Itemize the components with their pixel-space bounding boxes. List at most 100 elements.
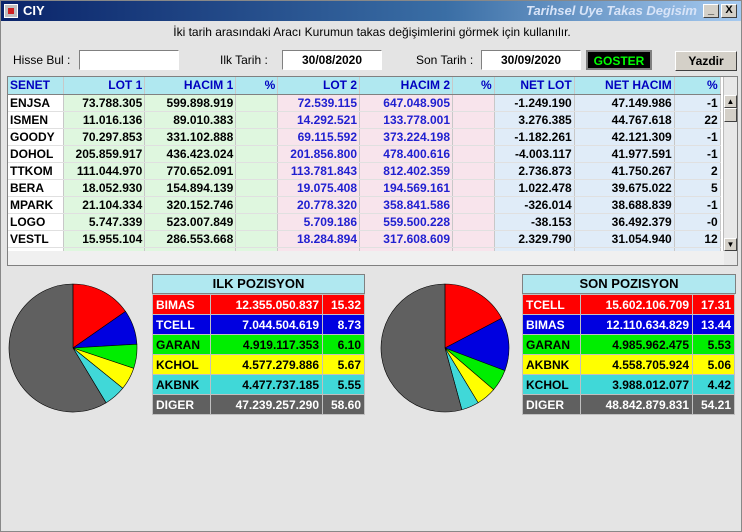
table-cell: -1 (674, 196, 721, 214)
table-row[interactable]: MPARK 21.104.334 320.152.746 20.778.320 358.… (8, 196, 721, 214)
table-row[interactable]: DOHOL 205.859.917 436.423.024 201.856.800 47… (8, 145, 721, 163)
position-row: AKBNK 4.558.705.924 5.06 (522, 354, 735, 375)
column-header[interactable]: HACIM 2 (359, 77, 453, 95)
position-value: 48.842.879.831 (580, 394, 693, 415)
column-header[interactable]: % (674, 77, 721, 95)
scroll-thumb[interactable] (724, 108, 737, 122)
column-header[interactable]: SENET (8, 77, 64, 95)
table-cell: 47.149.986 (574, 94, 675, 112)
scroll-down-icon[interactable]: ▼ (724, 238, 737, 251)
minimize-button[interactable]: _ (703, 4, 719, 18)
position-row: DIGER 47.239.257.290 58.60 (152, 394, 365, 415)
table-cell: 599.898.919 (144, 94, 237, 112)
table-cell: 2.329.790 (494, 230, 575, 248)
table-row[interactable]: LOGO 5.747.339 523.007.849 5.709.186 559.500… (8, 213, 721, 231)
table-cell: 111.044.970 (63, 162, 146, 180)
table-cell: 69.115.592 (277, 128, 360, 146)
table-cell: -1 (674, 145, 721, 163)
table-cell (452, 145, 495, 163)
position-name: DIGER (522, 394, 581, 415)
table-row[interactable]: GOODY 70.297.853 331.102.888 69.115.592 373.… (8, 128, 721, 146)
position-value: 7.044.504.619 (210, 314, 323, 335)
position-value: 4.919.117.353 (210, 334, 323, 355)
title-bar[interactable]: CIY Tarihsel Uye Takas Degisim _ X (1, 1, 741, 21)
app-icon[interactable] (4, 4, 18, 18)
position-value: 4.477.737.185 (210, 374, 323, 395)
symbol-cell: VESTL (8, 230, 64, 248)
position-row: BIMAS 12.110.634.829 13.44 (522, 314, 735, 335)
goster-button[interactable]: GOSTER (586, 50, 652, 70)
column-header[interactable]: HACIM 1 (144, 77, 237, 95)
position-value: 4.558.705.924 (580, 354, 693, 375)
table-cell (235, 111, 279, 129)
table-cell: 20.778.320 (277, 196, 360, 214)
table-cell: 317.608.609 (359, 230, 453, 248)
position-name: TCELL (522, 294, 581, 315)
column-header[interactable]: % (452, 77, 495, 95)
son-tarih-label: Son Tarih : (416, 53, 474, 67)
table-row[interactable]: VESTL 15.955.104 286.553.668 18.284.894 317.… (8, 230, 721, 248)
yazdir-button[interactable]: Yazdir (675, 51, 737, 71)
ilk-tarih-label: Ilk Tarih : (220, 53, 268, 67)
table-cell: 523.007.849 (144, 213, 237, 231)
table-cell: 201.856.800 (277, 145, 360, 163)
table-cell: 18.052.930 (63, 179, 146, 197)
table-cell: 373.224.198 (359, 128, 453, 146)
position-pct: 5.53 (692, 334, 735, 355)
position-row: KCHOL 3.988.012.077 4.42 (522, 374, 735, 395)
table-cell (452, 128, 495, 146)
table-row[interactable]: TTKOM 111.044.970 770.652.091 113.781.843 81… (8, 162, 721, 180)
table-row[interactable]: ENJSA 73.788.305 599.898.919 72.539.115 647.… (8, 94, 721, 112)
table-cell (235, 94, 279, 112)
position-row: TCELL 7.044.504.619 8.73 (152, 314, 365, 335)
horizontal-scrollbar[interactable] (8, 251, 724, 265)
close-button[interactable]: X (721, 4, 737, 18)
column-header[interactable]: % (235, 77, 279, 95)
table-cell: 44.767.618 (574, 111, 675, 129)
table-cell: 70.297.853 (63, 128, 146, 146)
ilk-tarih-field[interactable]: 30/08/2020 (282, 50, 382, 70)
position-name: GARAN (152, 334, 211, 355)
table-cell (452, 230, 495, 248)
position-pct: 58.60 (322, 394, 365, 415)
instruction-text: İki tarih arasındaki Aracı Kurumun takas… (173, 25, 571, 39)
table-cell (452, 162, 495, 180)
table-cell (235, 179, 279, 197)
table-cell: 89.010.383 (144, 111, 237, 129)
column-header[interactable]: NET LOT (494, 77, 575, 95)
position-name: BIMAS (152, 294, 211, 315)
position-row: BIMAS 12.355.050.837 15.32 (152, 294, 365, 315)
scroll-up-icon[interactable]: ▲ (724, 95, 737, 108)
table-cell: 36.492.379 (574, 213, 675, 231)
position-name: TCELL (152, 314, 211, 335)
table-cell (452, 179, 495, 197)
table-cell: 3.276.385 (494, 111, 575, 129)
table-cell: 5.709.186 (277, 213, 360, 231)
son-tarih-field[interactable]: 30/09/2020 (481, 50, 581, 70)
son-pozisyon-title: SON POZISYON (522, 274, 736, 294)
son-pozisyon-pie-chart (380, 283, 510, 413)
table-cell: 2 (674, 162, 721, 180)
column-header[interactable]: LOT 1 (63, 77, 146, 95)
table-row[interactable]: BERA 18.052.930 154.894.139 19.075.408 194.5… (8, 179, 721, 197)
column-header[interactable]: NET HACIM (574, 77, 675, 95)
vertical-scrollbar[interactable]: ▲ ▼ (723, 77, 737, 265)
table-cell: 5.747.339 (63, 213, 146, 231)
ilk-pozisyon-title: ILK POZISYON (152, 274, 365, 294)
table-cell: -4.003.117 (494, 145, 575, 163)
symbol-cell: MPARK (8, 196, 64, 214)
table-cell: 320.152.746 (144, 196, 237, 214)
table-cell: 11.016.136 (63, 111, 146, 129)
column-header[interactable]: LOT 2 (277, 77, 360, 95)
table-cell: 14.292.521 (277, 111, 360, 129)
table-cell: 19.075.408 (277, 179, 360, 197)
hisse-search-input[interactable] (79, 50, 179, 70)
table-cell (235, 145, 279, 163)
table-cell: 812.402.359 (359, 162, 453, 180)
table-cell: -1.182.261 (494, 128, 575, 146)
table-cell: 12 (674, 230, 721, 248)
table-cell: 478.400.616 (359, 145, 453, 163)
table-cell: 286.553.668 (144, 230, 237, 248)
table-cell: 41.977.591 (574, 145, 675, 163)
table-row[interactable]: ISMEN 11.016.136 89.010.383 14.292.521 133.7… (8, 111, 721, 129)
